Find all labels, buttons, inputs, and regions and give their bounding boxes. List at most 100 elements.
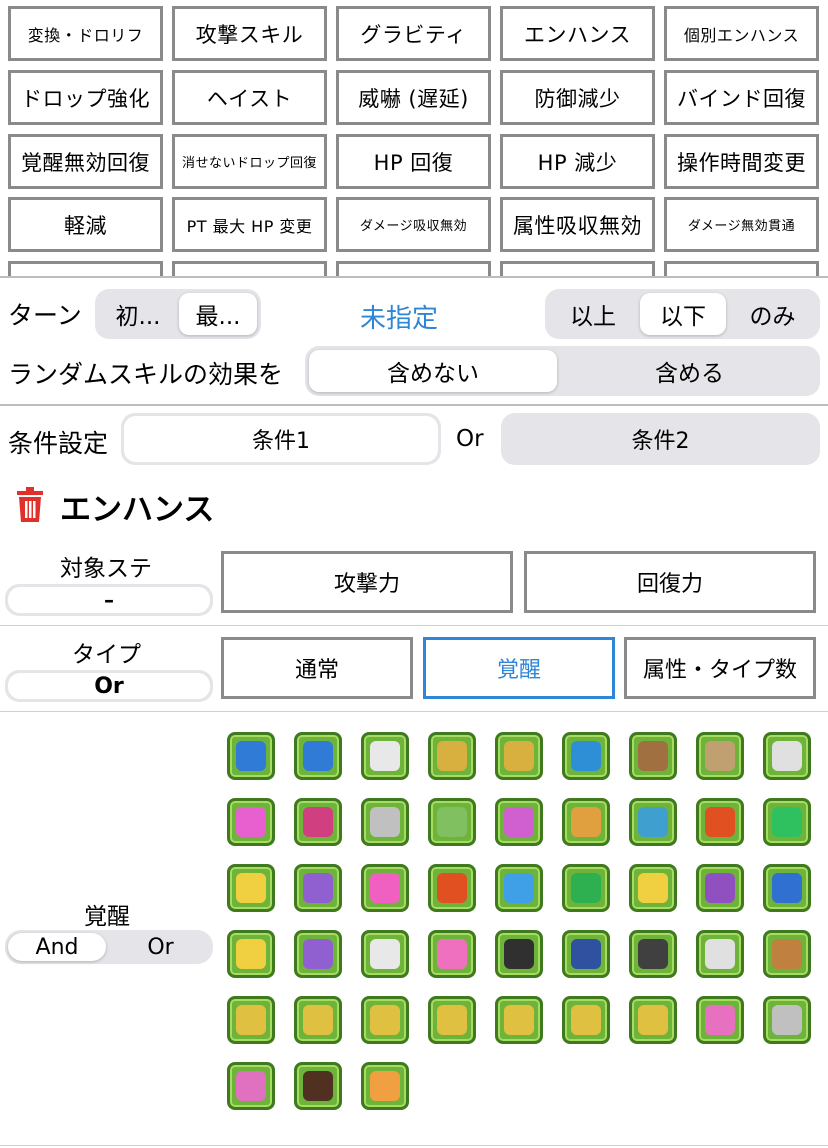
skill-category-button[interactable]: ダメージ無効貫通 bbox=[664, 197, 819, 252]
skill-category-button-partial[interactable] bbox=[172, 261, 327, 276]
awakening-icon[interactable] bbox=[361, 930, 409, 978]
skill-category-button-partial[interactable] bbox=[664, 261, 819, 276]
skill-category-button-partial[interactable] bbox=[500, 261, 655, 276]
awakening-icon[interactable] bbox=[428, 930, 476, 978]
awakening-icon[interactable] bbox=[495, 864, 543, 912]
skill-category-button[interactable]: グラビティ bbox=[336, 6, 491, 61]
skill-category-button[interactable]: 消せないドロップ回復 bbox=[172, 134, 327, 189]
turn-order-segmented: 初... 最... bbox=[95, 289, 261, 339]
awakening-icon[interactable] bbox=[361, 864, 409, 912]
section-title: エンハンス bbox=[60, 492, 215, 528]
awakening-type-button[interactable]: 覚醒 bbox=[423, 637, 615, 699]
awakening-glyph-icon bbox=[504, 939, 534, 969]
skill-category-button[interactable]: ヘイスト bbox=[172, 70, 327, 125]
awakening-icon[interactable] bbox=[763, 798, 811, 846]
awakening-icon[interactable] bbox=[294, 1062, 342, 1110]
awakening-icon[interactable] bbox=[227, 1062, 275, 1110]
awakening-icon[interactable] bbox=[562, 798, 610, 846]
awakening-icon[interactable] bbox=[294, 930, 342, 978]
include-option[interactable]: 含める bbox=[563, 350, 816, 392]
condition-1-tab[interactable]: 条件1 bbox=[121, 413, 441, 465]
recovery-option-button[interactable]: 回復力 bbox=[524, 551, 816, 613]
awakening-icon[interactable] bbox=[629, 930, 677, 978]
awakening-glyph-icon bbox=[303, 741, 333, 771]
awakening-icon[interactable] bbox=[696, 930, 744, 978]
awakening-icon[interactable] bbox=[629, 732, 677, 780]
awakening-icon[interactable] bbox=[361, 798, 409, 846]
awakening-icon[interactable] bbox=[495, 798, 543, 846]
awakening-icon[interactable] bbox=[495, 930, 543, 978]
awakening-glyph-icon bbox=[370, 1005, 400, 1035]
compare-gte-option[interactable]: 以上 bbox=[549, 293, 637, 335]
awakening-icon[interactable] bbox=[227, 732, 275, 780]
skill-category-button-partial[interactable] bbox=[8, 261, 163, 276]
awakening-icon[interactable] bbox=[562, 930, 610, 978]
awakening-icon[interactable] bbox=[428, 864, 476, 912]
skill-category-button[interactable]: ダメージ吸収無効 bbox=[336, 197, 491, 252]
awakening-icon[interactable] bbox=[428, 996, 476, 1044]
divider bbox=[0, 625, 828, 626]
skill-category-button[interactable]: PT 最大 HP 変更 bbox=[172, 197, 327, 252]
compare-lte-option[interactable]: 以下 bbox=[640, 293, 726, 335]
awakening-icon[interactable] bbox=[763, 996, 811, 1044]
attack-option-button[interactable]: 攻撃力 bbox=[221, 551, 513, 613]
awakening-icon[interactable] bbox=[227, 798, 275, 846]
awakening-icon[interactable] bbox=[495, 732, 543, 780]
skill-category-button[interactable]: 防御減少 bbox=[500, 70, 655, 125]
condition-2-tab[interactable]: 条件2 bbox=[501, 413, 820, 465]
trash-icon[interactable] bbox=[15, 487, 45, 523]
awakening-icon[interactable] bbox=[227, 996, 275, 1044]
and-option[interactable]: And bbox=[8, 933, 106, 961]
awakening-icon[interactable] bbox=[361, 732, 409, 780]
turn-last-option[interactable]: 最... bbox=[179, 293, 257, 335]
awakening-icon[interactable] bbox=[562, 864, 610, 912]
skill-category-button[interactable]: 属性吸収無効 bbox=[500, 197, 655, 252]
awakening-icon[interactable] bbox=[361, 1062, 409, 1110]
type-mode-value: Or bbox=[8, 673, 210, 699]
skill-category-button[interactable]: 威嚇 (遅延) bbox=[336, 70, 491, 125]
skill-category-button[interactable]: HP 回復 bbox=[336, 134, 491, 189]
skill-category-button[interactable]: バインド回復 bbox=[664, 70, 819, 125]
compare-only-option[interactable]: のみ bbox=[729, 293, 816, 335]
awakening-icon[interactable] bbox=[428, 798, 476, 846]
skill-category-button[interactable]: 変換・ドロリフ bbox=[8, 6, 163, 61]
turn-first-option[interactable]: 初... bbox=[99, 293, 177, 335]
skill-category-button[interactable]: HP 減少 bbox=[500, 134, 655, 189]
awakening-icon[interactable] bbox=[629, 996, 677, 1044]
awakening-icon[interactable] bbox=[227, 864, 275, 912]
awakening-icon[interactable] bbox=[294, 996, 342, 1044]
skill-category-button[interactable]: 操作時間変更 bbox=[664, 134, 819, 189]
awakening-icon[interactable] bbox=[696, 864, 744, 912]
awakening-icon[interactable] bbox=[763, 864, 811, 912]
awakening-icon[interactable] bbox=[562, 996, 610, 1044]
attribute-type-count-button[interactable]: 属性・タイプ数 bbox=[624, 637, 816, 699]
turn-value-link[interactable]: 未指定 bbox=[360, 298, 438, 335]
skill-category-button[interactable]: ドロップ強化 bbox=[8, 70, 163, 125]
skill-category-button-partial[interactable] bbox=[336, 261, 491, 276]
skill-category-button[interactable]: 軽減 bbox=[8, 197, 163, 252]
type-mode-selector[interactable]: Or bbox=[5, 670, 213, 702]
awakening-icon[interactable] bbox=[763, 732, 811, 780]
or-option[interactable]: Or bbox=[111, 933, 210, 961]
awakening-icon[interactable] bbox=[696, 798, 744, 846]
awakening-icon[interactable] bbox=[495, 996, 543, 1044]
skill-category-button[interactable]: エンハンス bbox=[500, 6, 655, 61]
awakening-icon[interactable] bbox=[763, 930, 811, 978]
awakening-icon[interactable] bbox=[361, 996, 409, 1044]
awakening-icon[interactable] bbox=[696, 732, 744, 780]
skill-category-button[interactable]: 覚醒無効回復 bbox=[8, 134, 163, 189]
normal-type-button[interactable]: 通常 bbox=[221, 637, 413, 699]
awakening-icon[interactable] bbox=[227, 930, 275, 978]
awakening-icon[interactable] bbox=[562, 732, 610, 780]
awakening-icon[interactable] bbox=[428, 732, 476, 780]
skill-category-button[interactable]: 攻撃スキル bbox=[172, 6, 327, 61]
awakening-icon[interactable] bbox=[294, 798, 342, 846]
exclude-option[interactable]: 含めない bbox=[309, 350, 557, 392]
awakening-icon[interactable] bbox=[294, 864, 342, 912]
awakening-icon[interactable] bbox=[629, 798, 677, 846]
awakening-icon[interactable] bbox=[696, 996, 744, 1044]
target-stat-selector[interactable]: – bbox=[5, 584, 213, 616]
awakening-icon[interactable] bbox=[629, 864, 677, 912]
awakening-icon[interactable] bbox=[294, 732, 342, 780]
skill-category-button[interactable]: 個別エンハンス bbox=[664, 6, 819, 61]
